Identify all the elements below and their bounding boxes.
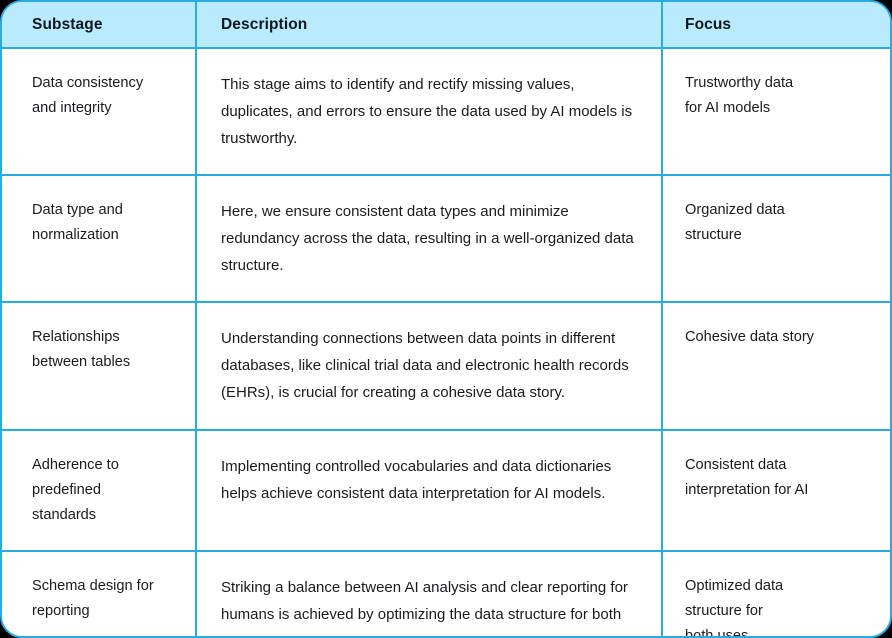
table-row: Data consistency and integrity This stag… (2, 48, 890, 176)
cell-description-text: Implementing controlled vocabularies and… (221, 458, 612, 502)
column-header-substage-label: Substage (32, 15, 103, 33)
cell-focus: Trustworthy data for AI models (662, 48, 890, 176)
substage-table-card: Substage Description Focus Data consiste… (0, 0, 892, 638)
cell-description: Striking a balance between AI analysis a… (196, 551, 663, 636)
cell-substage: Data type and normalization (2, 175, 197, 303)
table-row: Data type and normalization Here, we ens… (2, 175, 890, 303)
cell-substage-text: Data consistency and integrity (32, 75, 144, 116)
cell-focus-text: Cohesive data story (685, 329, 814, 345)
cell-substage: Adherence to predefined standards (2, 430, 197, 552)
cell-substage-text: Relationships between tables (32, 329, 131, 370)
cell-focus: Cohesive data story (662, 302, 890, 431)
table-row: Adherence to predefined standards Implem… (2, 430, 890, 552)
cell-description-text: Here, we ensure consistent data types an… (221, 203, 634, 274)
cell-description: Understanding connections between data p… (196, 302, 663, 431)
cell-description: Here, we ensure consistent data types an… (196, 175, 663, 303)
cell-focus-text: Organized data structure (685, 202, 785, 243)
cell-substage: Data consistency and integrity (2, 48, 197, 176)
cell-substage-text: Data type and normalization (32, 202, 123, 243)
cell-description-text: Striking a balance between AI analysis a… (221, 579, 628, 636)
cell-focus-text: Optimized data structure for both uses (685, 578, 784, 638)
cell-substage-text: Schema design for reporting (32, 578, 154, 619)
cell-description-text: This stage aims to identify and rectify … (221, 76, 633, 147)
cell-description: This stage aims to identify and rectify … (196, 48, 663, 176)
cell-focus: Optimized data structure for both uses (662, 551, 890, 638)
cell-description: Implementing controlled vocabularies and… (196, 430, 663, 552)
cell-focus: Consistent data interpretation for AI (662, 430, 890, 552)
substage-table: Substage Description Focus Data consiste… (2, 2, 890, 638)
cell-substage-text: Adherence to predefined standards (32, 457, 119, 523)
cell-description-text: Understanding connections between data p… (221, 330, 629, 401)
table-header-row: Substage Description Focus (2, 2, 890, 49)
column-header-substage: Substage (2, 2, 197, 49)
cell-focus: Organized data structure (662, 175, 890, 303)
cell-focus-text: Consistent data interpretation for AI (685, 457, 809, 498)
column-header-description: Description (196, 2, 663, 49)
column-header-focus: Focus (662, 2, 890, 49)
table-row: Relationships between tables Understandi… (2, 302, 890, 431)
column-header-description-label: Description (221, 15, 308, 33)
column-header-focus-label: Focus (685, 15, 732, 33)
cell-substage: Relationships between tables (2, 302, 197, 431)
cell-focus-text: Trustworthy data for AI models (685, 75, 794, 116)
table-row: Schema design for reporting Striking a b… (2, 551, 890, 638)
cell-substage: Schema design for reporting (2, 551, 197, 636)
